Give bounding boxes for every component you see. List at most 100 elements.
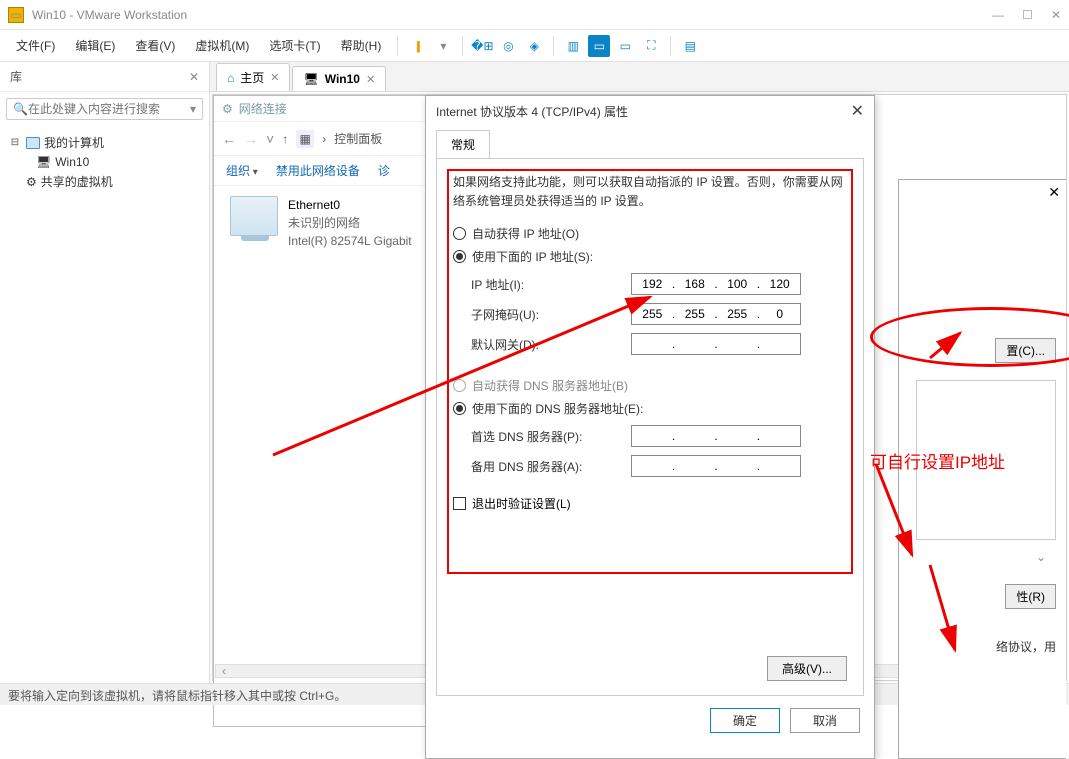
thumbnail-icon[interactable]: ▥ bbox=[562, 35, 584, 57]
field-dns1: 首选 DNS 服务器(P): ... bbox=[471, 425, 847, 447]
fullscreen-icon[interactable]: ⛶ bbox=[640, 35, 662, 57]
tree-vm-win10[interactable]: 🖥 Win10 bbox=[8, 153, 201, 171]
adapter-name: Ethernet0 bbox=[288, 196, 412, 214]
advanced-button[interactable]: 高级(V)... bbox=[767, 656, 847, 681]
sidebar-close-icon[interactable]: ✕ bbox=[189, 70, 199, 84]
menu-view[interactable]: 查看(V) bbox=[127, 33, 183, 58]
ok-button[interactable]: 确定 bbox=[710, 708, 780, 733]
menu-tabs[interactable]: 选项卡(T) bbox=[261, 33, 328, 58]
sidebar-toggle-icon[interactable]: ▤ bbox=[679, 35, 701, 57]
field-subnet-mask: 子网掩码(U): 255. 255. 255. 0 bbox=[471, 303, 847, 325]
dialog-close-icon[interactable]: ✕ bbox=[1048, 184, 1060, 201]
field-label: 默认网关(D): bbox=[471, 336, 631, 353]
tree-my-computer[interactable]: ⊟ 我的计算机 bbox=[8, 132, 201, 153]
nav-history-icon[interactable]: ˅ bbox=[266, 131, 274, 147]
cmd-organize[interactable]: 组织 bbox=[226, 162, 258, 179]
checkbox-icon bbox=[453, 497, 466, 510]
field-gateway: 默认网关(D): ... bbox=[471, 333, 847, 355]
cmd-disable-device[interactable]: 禁用此网络设备 bbox=[276, 162, 360, 179]
radio-manual-ip[interactable]: 使用下面的 IP 地址(S): bbox=[453, 248, 847, 265]
protocol-list[interactable] bbox=[916, 380, 1056, 540]
home-icon: ⌂ bbox=[227, 71, 234, 85]
search-dropdown-icon[interactable]: ▾ bbox=[190, 102, 196, 116]
menu-edit[interactable]: 编辑(E) bbox=[67, 33, 123, 58]
checkbox-label: 退出时验证设置(L) bbox=[472, 495, 571, 512]
field-label: 备用 DNS 服务器(A): bbox=[471, 458, 631, 475]
window-titlebar: ▭ Win10 - VMware Workstation — ☐ ✕ bbox=[0, 0, 1069, 30]
field-label: IP 地址(I): bbox=[471, 276, 631, 293]
menu-vm[interactable]: 虚拟机(M) bbox=[187, 33, 257, 58]
properties-button[interactable]: 性(R) bbox=[1005, 584, 1056, 609]
tab-close-icon[interactable]: ✕ bbox=[366, 73, 375, 86]
field-dns2: 备用 DNS 服务器(A): ... bbox=[471, 455, 847, 477]
ethernet-properties-dialog: ✕ 置(C)... ⌄ 性(R) 络协议，用 bbox=[898, 179, 1066, 759]
dialog-description: 如果网络支持此功能，则可以获取自动指派的 IP 设置。否则，你需要从网络系统管理… bbox=[453, 173, 847, 211]
tab-home[interactable]: ⌂ 主页 ✕ bbox=[216, 63, 290, 91]
close-button[interactable]: ✕ bbox=[1051, 8, 1061, 22]
cmd-diagnose[interactable]: 诊 bbox=[378, 162, 390, 179]
nav-back-icon[interactable]: ← bbox=[222, 131, 236, 147]
collapse-icon[interactable]: ⊟ bbox=[8, 136, 22, 150]
chevron-down-icon[interactable]: ⌄ bbox=[1036, 550, 1056, 564]
adapter-status: 未识别的网络 bbox=[288, 214, 412, 232]
library-search[interactable]: 🔍 ▾ bbox=[6, 98, 203, 120]
ethernet-adapter-icon bbox=[230, 196, 278, 236]
status-text: 要将输入定向到该虚拟机，请将鼠标指针移入其中或按 Ctrl+G。 bbox=[8, 689, 346, 703]
search-input[interactable] bbox=[28, 102, 190, 116]
radio-icon bbox=[453, 227, 466, 240]
menu-help[interactable]: 帮助(H) bbox=[333, 33, 390, 58]
tab-general[interactable]: 常规 bbox=[436, 130, 490, 158]
tree-shared-vms[interactable]: ⚙ 共享的虚拟机 bbox=[8, 171, 201, 192]
vm-console[interactable]: ⚙ 网络连接 ← → ˅ ↑ ▦ › 控制面板 组织 禁用此网络设备 诊 bbox=[212, 94, 1067, 681]
library-tree: ⊟ 我的计算机 🖥 Win10 ⚙ 共享的虚拟机 bbox=[0, 126, 209, 198]
ip-address-input[interactable]: 192. 168. 100. 120 bbox=[631, 273, 801, 295]
radio-icon bbox=[453, 379, 466, 392]
minimize-button[interactable]: — bbox=[992, 8, 1004, 22]
tree-label: 共享的虚拟机 bbox=[41, 173, 113, 190]
radio-manual-dns[interactable]: 使用下面的 DNS 服务器地址(E): bbox=[453, 400, 847, 417]
document-tabs: ⌂ 主页 ✕ 🖥 Win10 ✕ bbox=[210, 62, 1069, 92]
tab-label: 主页 bbox=[240, 69, 264, 86]
field-label: 子网掩码(U): bbox=[471, 306, 631, 323]
menu-file[interactable]: 文件(F) bbox=[8, 33, 63, 58]
maximize-button[interactable]: ☐ bbox=[1022, 8, 1033, 22]
library-sidebar: 库 ✕ 🔍 ▾ ⊟ 我的计算机 🖥 Win10 ⚙ 共享的虚拟机 bbox=[0, 62, 210, 683]
field-label: 首选 DNS 服务器(P): bbox=[471, 428, 631, 445]
send-ctrlaltdel-icon[interactable]: �⊞ bbox=[471, 35, 493, 57]
scroll-left-icon[interactable]: ‹ bbox=[216, 665, 232, 677]
breadcrumb-item[interactable]: 控制面板 bbox=[334, 130, 382, 147]
shared-icon: ⚙ bbox=[26, 175, 37, 189]
unity-icon[interactable]: ▭ bbox=[614, 35, 636, 57]
checkbox-validate[interactable]: 退出时验证设置(L) bbox=[453, 495, 847, 512]
tree-label: Win10 bbox=[55, 155, 89, 169]
vm-tab-icon: 🖥 bbox=[303, 72, 318, 86]
radio-icon bbox=[453, 402, 466, 415]
snapshot-manager-icon[interactable]: ◈ bbox=[523, 35, 545, 57]
snapshot-icon[interactable]: ◎ bbox=[497, 35, 519, 57]
dialog-close-icon[interactable]: ✕ bbox=[851, 101, 864, 121]
nav-forward-icon[interactable]: → bbox=[244, 131, 258, 147]
network-icon: ⚙ bbox=[222, 102, 233, 116]
field-ip-address: IP 地址(I): 192. 168. 100. 120 bbox=[471, 273, 847, 295]
console-view-icon[interactable]: ▭ bbox=[588, 35, 610, 57]
configure-button[interactable]: 置(C)... bbox=[995, 338, 1056, 363]
cancel-button[interactable]: 取消 bbox=[790, 708, 860, 733]
radio-icon bbox=[453, 250, 466, 263]
gateway-input[interactable]: ... bbox=[631, 333, 801, 355]
nav-up-icon[interactable]: ↑ bbox=[282, 132, 288, 146]
tab-win10[interactable]: 🖥 Win10 ✕ bbox=[292, 66, 386, 91]
sidebar-header: 库 bbox=[10, 68, 22, 85]
dns2-input[interactable]: ... bbox=[631, 455, 801, 477]
ipv4-properties-dialog: Internet 协议版本 4 (TCP/IPv4) 属性 ✕ 常规 如果网络支… bbox=[425, 95, 875, 759]
toolbar-dropdown-icon[interactable]: ▾ bbox=[432, 35, 454, 57]
dns1-input[interactable]: ... bbox=[631, 425, 801, 447]
vm-icon: 🖥 bbox=[36, 155, 51, 169]
radio-auto-ip[interactable]: 自动获得 IP 地址(O) bbox=[453, 225, 847, 242]
subnet-mask-input[interactable]: 255. 255. 255. 0 bbox=[631, 303, 801, 325]
protocol-text: 络协议，用 bbox=[996, 638, 1056, 655]
radio-label: 使用下面的 IP 地址(S): bbox=[472, 248, 593, 265]
radio-label: 自动获得 DNS 服务器地址(B) bbox=[472, 377, 628, 394]
pause-icon[interactable]: || bbox=[406, 35, 428, 57]
tab-close-icon[interactable]: ✕ bbox=[270, 71, 279, 84]
vmware-app-icon: ▭ bbox=[8, 7, 24, 23]
